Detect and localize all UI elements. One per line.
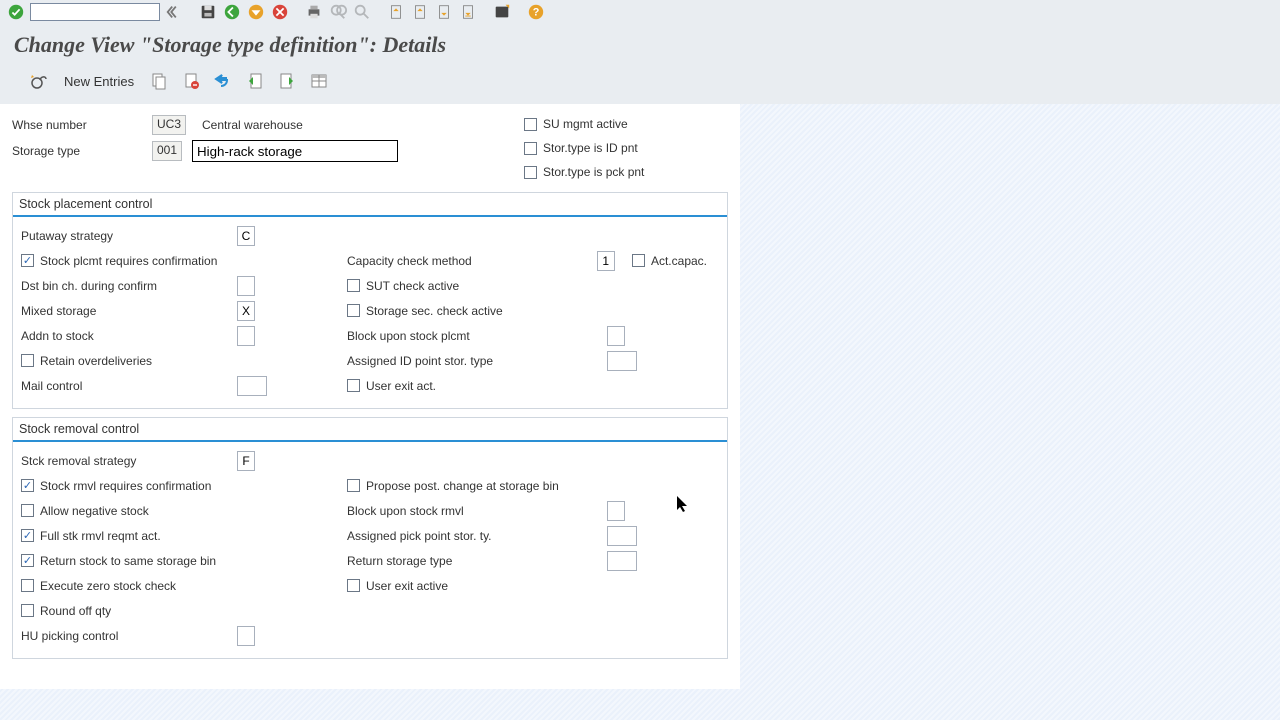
whse-number-desc: Central warehouse	[196, 118, 303, 132]
user-exit2-checkbox[interactable]	[347, 579, 360, 592]
plcmt-confirm-label: Stock plcmt requires confirmation	[40, 254, 217, 268]
stock-placement-title: Stock placement control	[13, 192, 727, 217]
act-capac-label: Act.capac.	[651, 254, 707, 268]
app-toolbar: New Entries	[0, 64, 1280, 104]
id-pnt-checkbox[interactable]	[524, 142, 537, 155]
block-rmvl-label: Block upon stock rmvl	[347, 504, 547, 518]
rmvl-strat-label: Stck removal strategy	[21, 454, 231, 468]
stock-removal-title: Stock removal control	[13, 417, 727, 442]
prev-page-icon[interactable]	[410, 2, 430, 22]
su-mgmt-checkbox[interactable]	[524, 118, 537, 131]
mail-control-input[interactable]	[237, 376, 267, 396]
undo-icon[interactable]	[212, 70, 234, 92]
find-icon[interactable]	[328, 2, 348, 22]
addn-stock-input[interactable]	[237, 326, 255, 346]
propose-checkbox[interactable]	[347, 479, 360, 492]
sut-label: SUT check active	[366, 279, 459, 293]
assigned-id-label: Assigned ID point stor. type	[347, 354, 547, 368]
new-entries-button[interactable]: New Entries	[60, 72, 138, 91]
new-session-icon[interactable]	[492, 2, 512, 22]
svg-text:?: ?	[533, 7, 540, 19]
delete-icon[interactable]	[180, 70, 202, 92]
toggle-display-icon[interactable]	[28, 70, 50, 92]
putaway-label: Putaway strategy	[21, 229, 231, 243]
user-exit2-label: User exit active	[366, 579, 448, 593]
plcmt-confirm-checkbox[interactable]: ✓	[21, 254, 34, 267]
block-plcmt-label: Block upon stock plcmt	[347, 329, 547, 343]
sut-checkbox[interactable]	[347, 279, 360, 292]
table-views-icon[interactable]	[308, 70, 330, 92]
help-icon[interactable]: ?	[526, 2, 546, 22]
stock-placement-group: Stock placement control Putaway strategy…	[12, 192, 728, 409]
retain-checkbox[interactable]	[21, 354, 34, 367]
return-same-label: Return stock to same storage bin	[40, 554, 216, 568]
enter-icon[interactable]	[6, 2, 26, 22]
allow-neg-checkbox[interactable]	[21, 504, 34, 517]
user-exit1-label: User exit act.	[366, 379, 436, 393]
round-off-label: Round off qty	[40, 604, 111, 618]
return-type-input[interactable]	[607, 551, 637, 571]
return-same-checkbox[interactable]: ✓	[21, 554, 34, 567]
hu-picking-input[interactable]	[237, 626, 255, 646]
capchk-label: Capacity check method	[347, 254, 539, 268]
act-capac-checkbox[interactable]	[632, 254, 645, 267]
find-next-icon[interactable]	[352, 2, 372, 22]
return-type-label: Return storage type	[347, 554, 547, 568]
pck-pnt-label: Stor.type is pck pnt	[543, 165, 644, 179]
exec-zero-checkbox[interactable]	[21, 579, 34, 592]
block-rmvl-input[interactable]	[607, 501, 625, 521]
mixed-storage-input[interactable]	[237, 301, 255, 321]
stock-removal-group: Stock removal control Stck removal strat…	[12, 417, 728, 659]
pck-pnt-checkbox[interactable]	[524, 166, 537, 179]
user-exit1-checkbox[interactable]	[347, 379, 360, 392]
last-page-icon[interactable]	[458, 2, 478, 22]
id-pnt-label: Stor.type is ID pnt	[543, 141, 638, 155]
system-toolbar: ?	[0, 0, 1280, 24]
putaway-strategy-input[interactable]	[237, 226, 255, 246]
command-field[interactable]	[30, 3, 160, 21]
save-icon[interactable]	[198, 2, 218, 22]
assigned-pick-input[interactable]	[607, 526, 637, 546]
full-stk-checkbox[interactable]: ✓	[21, 529, 34, 542]
detail-panel: Whse number UC3 Central warehouse Storag…	[0, 104, 740, 689]
rmvl-confirm-checkbox[interactable]: ✓	[21, 479, 34, 492]
mail-label: Mail control	[21, 379, 231, 393]
storage-type-desc-input[interactable]	[192, 140, 398, 162]
mixed-label: Mixed storage	[21, 304, 231, 318]
block-plcmt-input[interactable]	[607, 326, 625, 346]
rmvl-confirm-label: Stock rmvl requires confirmation	[40, 479, 211, 493]
su-mgmt-label: SU mgmt active	[543, 117, 628, 131]
addn-label: Addn to stock	[21, 329, 231, 343]
allow-neg-label: Allow negative stock	[40, 504, 149, 518]
copy-as-icon[interactable]	[148, 70, 170, 92]
page-title: Change View "Storage type definition": D…	[0, 24, 1280, 64]
next-entry-icon[interactable]	[276, 70, 298, 92]
exit-icon[interactable]	[246, 2, 266, 22]
dstbin-label: Dst bin ch. during confirm	[21, 279, 231, 293]
rmvl-strat-input[interactable]	[237, 451, 255, 471]
assigned-id-input[interactable]	[607, 351, 637, 371]
next-page-icon[interactable]	[434, 2, 454, 22]
sec-checkbox[interactable]	[347, 304, 360, 317]
prev-entry-icon[interactable]	[244, 70, 266, 92]
whse-number-code: UC3	[152, 115, 186, 135]
capchk-input[interactable]	[597, 251, 615, 271]
whse-number-label: Whse number	[12, 118, 142, 132]
full-stk-label: Full stk rmvl reqmt act.	[40, 529, 161, 543]
storage-type-code: 001	[152, 141, 182, 161]
cancel-icon[interactable]	[270, 2, 290, 22]
sec-label: Storage sec. check active	[366, 304, 503, 318]
assigned-pick-label: Assigned pick point stor. ty.	[347, 529, 547, 543]
propose-label: Propose post. change at storage bin	[366, 479, 559, 493]
retain-label: Retain overdeliveries	[40, 354, 152, 368]
first-page-icon[interactable]	[386, 2, 406, 22]
back-icon[interactable]	[222, 2, 242, 22]
storage-type-label: Storage type	[12, 144, 142, 158]
hu-label: HU picking control	[21, 629, 231, 643]
round-off-checkbox[interactable]	[21, 604, 34, 617]
dstbin-input[interactable]	[237, 276, 255, 296]
history-collapse-icon[interactable]	[164, 2, 184, 22]
exec-zero-label: Execute zero stock check	[40, 579, 176, 593]
print-icon[interactable]	[304, 2, 324, 22]
